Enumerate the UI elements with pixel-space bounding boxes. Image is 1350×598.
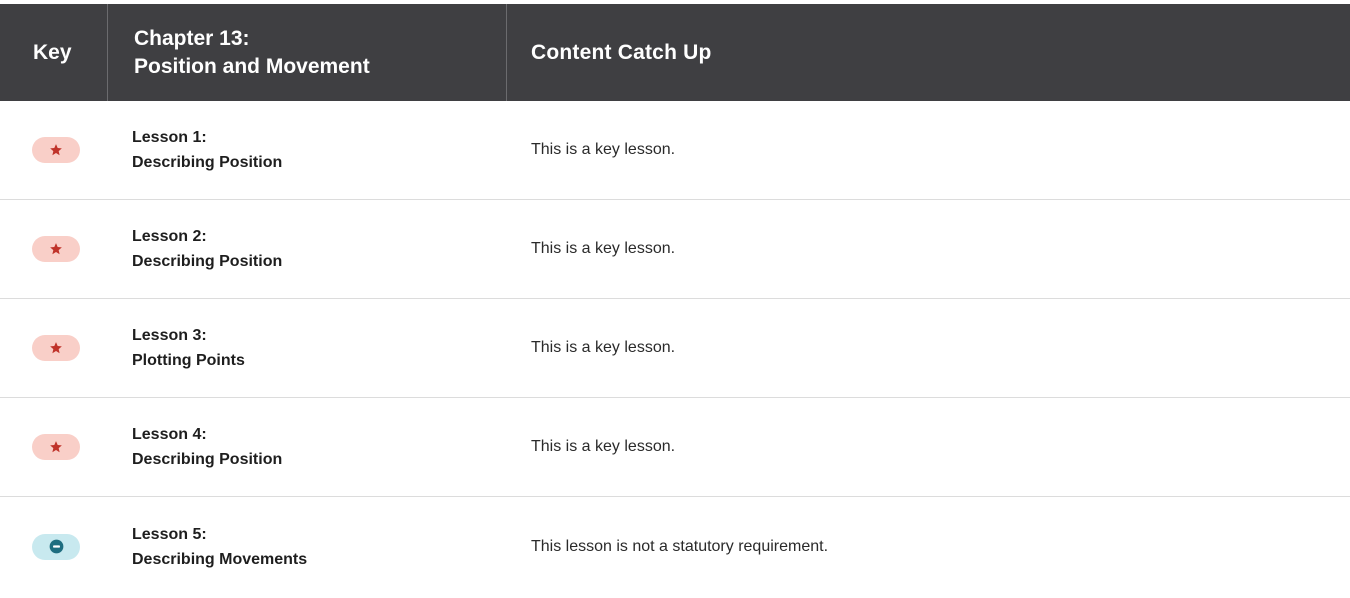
lesson-title: Describing Position <box>132 451 283 468</box>
description-cell: This is a key lesson. <box>531 339 676 356</box>
table-row: Lesson 2: Describing Position This is a … <box>0 200 1350 299</box>
key-cell <box>0 434 108 460</box>
lesson-cell: Lesson 4: Describing Position <box>108 422 507 472</box>
key-lesson-badge <box>32 434 80 460</box>
lesson-cell: Lesson 5: Describing Movements <box>108 522 507 572</box>
description-cell: This is a key lesson. <box>531 438 676 455</box>
description-cell: This is a key lesson. <box>531 240 676 257</box>
key-lesson-badge <box>32 335 80 361</box>
lesson-cell: Lesson 3: Plotting Points <box>108 323 507 373</box>
header-chapter-line2: Position and Movement <box>134 54 370 78</box>
table-row: Lesson 3: Plotting Points This is a key … <box>0 299 1350 398</box>
star-icon <box>50 243 62 255</box>
description-cell: This lesson is not a statutory requireme… <box>531 537 829 555</box>
key-cell <box>0 335 108 361</box>
key-cell <box>0 533 108 560</box>
table-row: Lesson 5: Describing Movements This less… <box>0 497 1350 596</box>
key-lesson-badge <box>32 137 80 163</box>
key-cell <box>0 137 108 163</box>
header-content: Content Catch Up <box>507 4 1350 101</box>
lesson-cell: Lesson 2: Describing Position <box>108 224 507 274</box>
lesson-title: Describing Position <box>132 154 283 171</box>
key-cell <box>0 236 108 262</box>
lesson-table: Key Chapter 13: Position and Movement Co… <box>0 4 1350 596</box>
star-icon <box>50 342 62 354</box>
header-chapter-line1: Chapter 13: <box>134 26 250 50</box>
lesson-number: Lesson 2: <box>132 228 207 245</box>
lesson-number: Lesson 3: <box>132 327 207 344</box>
table-header: Key Chapter 13: Position and Movement Co… <box>0 4 1350 101</box>
lesson-number: Lesson 4: <box>132 426 207 443</box>
lesson-number: Lesson 1: <box>132 129 207 146</box>
table-row: Lesson 1: Describing Position This is a … <box>0 101 1350 200</box>
lesson-title: Plotting Points <box>132 352 245 369</box>
header-chapter: Chapter 13: Position and Movement <box>108 4 507 101</box>
lesson-cell: Lesson 1: Describing Position <box>108 125 507 175</box>
star-icon <box>50 144 62 156</box>
minus-circle-icon <box>49 539 63 554</box>
lesson-title: Describing Position <box>132 253 283 270</box>
key-lesson-badge <box>32 236 80 262</box>
description-cell: This is a key lesson. <box>531 141 676 158</box>
star-icon <box>50 441 62 453</box>
lesson-number: Lesson 5: <box>132 525 207 543</box>
table-row: Lesson 4: Describing Position This is a … <box>0 398 1350 497</box>
header-key: Key <box>0 4 108 101</box>
header-key-label: Key <box>33 40 72 64</box>
header-content-label: Content Catch Up <box>531 40 712 64</box>
lesson-title: Describing Movements <box>132 550 308 568</box>
non-statutory-badge <box>32 533 80 560</box>
